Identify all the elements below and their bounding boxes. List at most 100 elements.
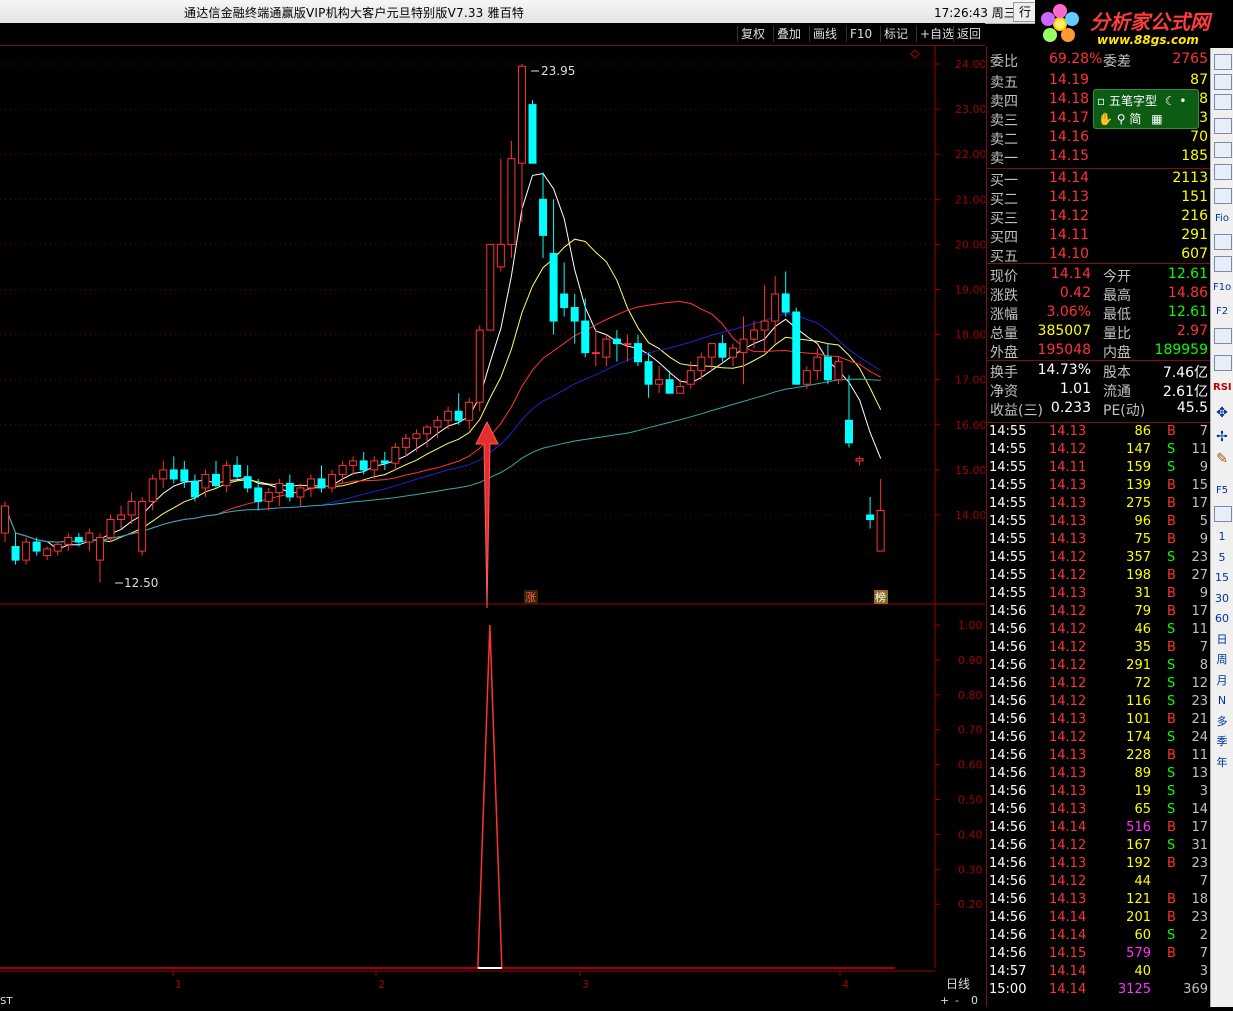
ime-popup[interactable]: ▫ 五笔字型 ☾ • ✋ ⚲ 简 ▦ (1093, 89, 1199, 129)
candle-body (264, 491, 273, 502)
stat-label: 最高 (1103, 288, 1131, 304)
stat-label: 内盘 (1103, 345, 1131, 361)
tick-volume: 116 (1126, 694, 1151, 709)
tick-volume: 198 (1126, 568, 1151, 583)
tick-volume: 101 (1126, 712, 1151, 727)
stat2-row: 净资 1.01 流通 2.61亿 (987, 381, 1211, 400)
sidebar-list-icon[interactable] (1214, 234, 1232, 250)
mark-button[interactable]: 标记 (880, 26, 911, 42)
sidebar-clock-icon[interactable] (1214, 328, 1232, 344)
period-日[interactable]: 日 (1213, 631, 1231, 648)
tick-price: 14.12 (1049, 442, 1087, 457)
chart-canvas[interactable]: 24.0023.0022.0021.0020.0019.0018.0017.00… (0, 46, 987, 1007)
kline-chart[interactable]: 24.00 23.00 22.00 21.00 20.00 19.00 18.00 17.00… (0, 46, 987, 1007)
stats-divider (987, 263, 1211, 264)
tick-side: B (1167, 748, 1176, 763)
sidebar-f2-icon[interactable]: F2 (1213, 303, 1231, 320)
candle-body (496, 243, 505, 268)
draw-line-button[interactable]: 画线 (809, 26, 840, 42)
tick-count: 9 (1199, 460, 1208, 475)
candle-body (802, 370, 811, 385)
period-5[interactable]: 5 (1213, 549, 1231, 566)
tick-count: 24 (1191, 730, 1208, 745)
ime-grid-icon: ▦ (1151, 112, 1163, 126)
tick-side: S (1167, 442, 1176, 457)
candle-body (349, 460, 358, 466)
sidebar-move-icon[interactable]: ✢ (1213, 429, 1231, 446)
sidebar-f1o-icon[interactable]: F1o (1213, 279, 1231, 296)
buy-level-row: 买二 14.13 151 (987, 189, 1211, 208)
sidebar-chart-icon[interactable] (1214, 94, 1232, 110)
tick-row: 14:57 14.14 40 3 (987, 964, 1211, 983)
tick-price: 14.12 (1049, 568, 1087, 583)
tick-row: 14:56 14.12 35 B 7 (987, 640, 1211, 659)
tick-row: 14:56 14.13 65 S 14 (987, 802, 1211, 821)
sidebar-f5-icon[interactable]: F5 (1213, 482, 1231, 499)
zoom-in-button[interactable]: + (940, 994, 949, 1007)
weibi-value: 69.28% (1049, 51, 1103, 67)
window-title: 通达信金融终端通赢版VIP机构大客户元旦特别版V7.33 雅百特 (184, 6, 525, 20)
candle-body (781, 293, 790, 313)
sidebar-wave-icon[interactable] (1214, 355, 1232, 371)
sidebar-kline-icon[interactable] (1214, 164, 1232, 180)
candle-body (138, 500, 147, 552)
stat-value: 2.97 (1176, 323, 1208, 339)
tick-row: 14:56 14.12 174 S 24 (987, 730, 1211, 749)
tick-time: 14:56 (989, 676, 1027, 691)
sidebar-up-icon[interactable] (1214, 74, 1232, 90)
fuquan-button[interactable]: 复权 (737, 26, 768, 42)
ime-title: 五笔字型 (1108, 94, 1157, 108)
sidebar-table-icon[interactable] (1214, 118, 1232, 134)
period-1[interactable]: 1 (1213, 528, 1231, 545)
weicha-label: 委差 (1103, 54, 1131, 70)
candle-body (665, 379, 674, 394)
overlay-button[interactable]: 叠加 (773, 26, 804, 42)
tick-time: 14:55 (989, 550, 1027, 565)
buy-volume: 216 (1181, 208, 1208, 224)
logo-name: 分析家公式网 (1090, 10, 1210, 34)
tick-price: 14.12 (1049, 874, 1087, 889)
period-30[interactable]: 30 (1213, 590, 1231, 607)
stat-label: 量比 (1103, 326, 1131, 342)
sidebar-cross-icon[interactable]: ✥ (1213, 405, 1231, 422)
sidebar-list2-icon[interactable] (1214, 256, 1232, 272)
period-N[interactable]: N (1213, 692, 1231, 709)
sell-volume: 70 (1190, 129, 1208, 145)
tick-row: 14:56 14.13 101 B 21 (987, 712, 1211, 731)
buy-price: 14.13 (1049, 189, 1090, 205)
sidebar-doc-icon[interactable] (1214, 54, 1232, 70)
zoom-out-button[interactable]: - (955, 994, 959, 1007)
hang-button[interactable]: 行 (1013, 2, 1037, 22)
period-年[interactable]: 年 (1213, 754, 1231, 771)
sidebar-rsi-icon[interactable]: RSI (1213, 379, 1232, 396)
tick-side: B (1167, 856, 1176, 871)
tick-row: 14:55 14.13 75 B 9 (987, 532, 1211, 551)
back-button[interactable]: 返回 (953, 26, 984, 42)
tick-row: 14:56 14.12 72 S 12 (987, 676, 1211, 695)
tick-side: S (1167, 766, 1176, 781)
sidebar-f10-icon[interactable]: Fio (1213, 210, 1231, 227)
tick-price: 14.13 (1049, 478, 1087, 493)
period-季[interactable]: 季 (1213, 733, 1231, 750)
tick-price: 14.12 (1049, 658, 1087, 673)
tick-price: 14.14 (1049, 964, 1087, 979)
candle-body (876, 509, 885, 552)
candle-body (338, 464, 347, 475)
buy-price: 14.14 (1049, 170, 1090, 186)
stat-label: 外盘 (990, 345, 1018, 361)
period-多[interactable]: 多 (1213, 713, 1231, 730)
low-price-label: 12.50 (124, 576, 158, 590)
candle-body (855, 458, 864, 462)
add-favorite-button[interactable]: +自选 (916, 26, 957, 42)
period-60[interactable]: 60 (1213, 610, 1231, 627)
sidebar-trend-icon[interactable] (1214, 142, 1232, 158)
period-周[interactable]: 周 (1213, 651, 1231, 668)
period-15[interactable]: 15 (1213, 569, 1231, 586)
sidebar-pencil-icon[interactable]: ✎ (1213, 451, 1231, 468)
period-月[interactable]: 月 (1213, 672, 1231, 689)
sidebar-bar-icon[interactable] (1214, 188, 1232, 204)
zoom-reset-button[interactable]: 0 (971, 994, 978, 1007)
sidebar-list3-icon[interactable] (1214, 506, 1232, 522)
f10-button[interactable]: F10 (846, 26, 875, 42)
ime-square-icon: ▫ (1097, 94, 1106, 108)
